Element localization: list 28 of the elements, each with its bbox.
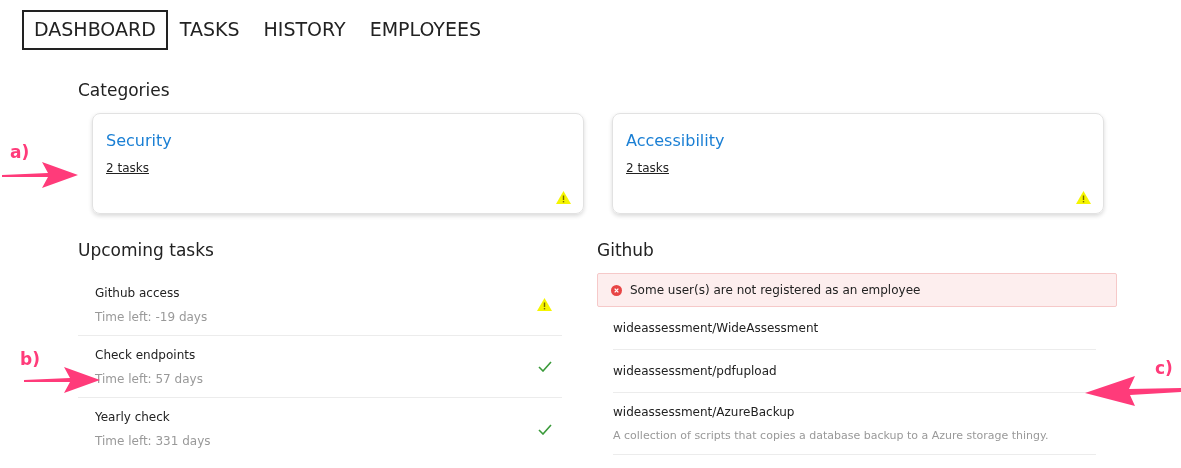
time-left: Time left: 331 days xyxy=(95,433,211,450)
nav-tab[interactable]: TASKS xyxy=(167,9,252,50)
annotation-label: b) xyxy=(20,348,40,371)
repo-description: A collection of scripts that copies a database backup to a Azure storage thingy. xyxy=(613,427,1049,444)
annotation-label: a) xyxy=(10,141,30,164)
task-name: Github access xyxy=(95,284,180,302)
category-card[interactable]: Accessibility 2 tasks xyxy=(612,113,1104,214)
category-title[interactable]: Security xyxy=(106,131,172,151)
section-heading: Upcoming tasks xyxy=(78,240,214,260)
annotation-label: c) xyxy=(1155,357,1173,380)
error-icon xyxy=(611,284,622,296)
section-heading: Github xyxy=(597,240,654,260)
task-count-link[interactable]: 2 tasks xyxy=(106,159,149,177)
task-name: Yearly check xyxy=(95,409,170,426)
category-title[interactable]: Accessibility xyxy=(626,131,725,151)
repo-name[interactable]: wideassessment/WideAssessment xyxy=(613,319,819,337)
section-heading: Categories xyxy=(78,80,170,100)
time-left: Time left: -19 days xyxy=(95,308,208,326)
repo-name[interactable]: wideassessment/AzureBackup xyxy=(613,402,795,421)
alert-message: Some user(s) are not registered as an employee xyxy=(630,282,921,299)
nav-tab[interactable]: EMPLOYEES xyxy=(357,9,493,50)
nav-tab[interactable]: HISTORY xyxy=(251,9,358,50)
task-name: Check endpoints xyxy=(95,346,196,364)
category-card[interactable]: Security 2 tasks xyxy=(92,113,584,214)
task-count-link[interactable]: 2 tasks xyxy=(626,159,669,177)
time-left: Time left: 57 days xyxy=(95,370,203,388)
repo-name[interactable]: wideassessment/pdfupload xyxy=(613,362,777,380)
nav-tab[interactable]: DASHBOARD xyxy=(22,9,168,50)
